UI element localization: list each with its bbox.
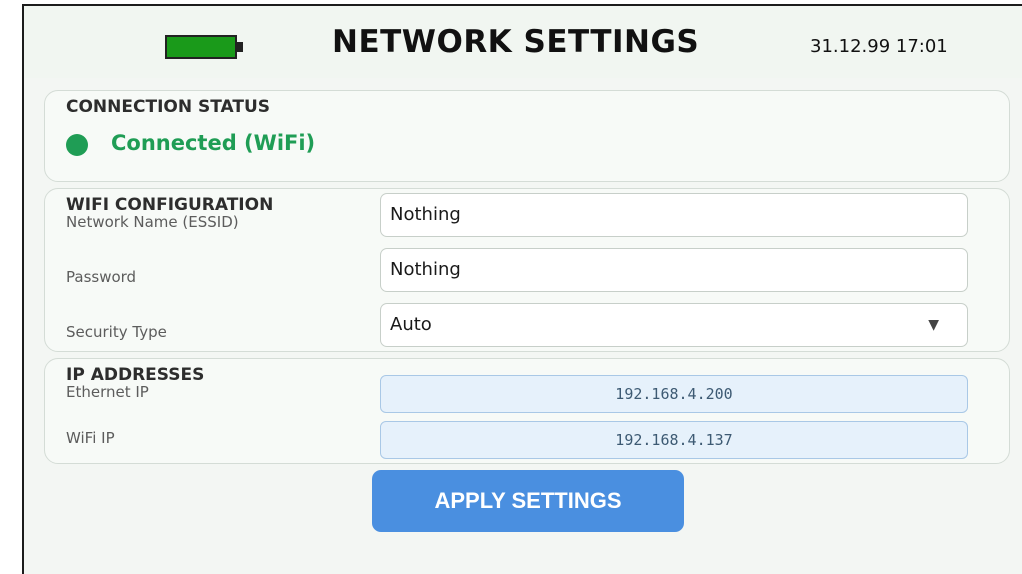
essid-field[interactable]: Nothing	[380, 193, 968, 237]
wifi-configuration-panel: WIFI CONFIGURATION Network Name (ESSID) …	[44, 188, 1010, 352]
wifi-ip-label: WiFi IP	[66, 429, 115, 447]
screen-frame: NETWORK SETTINGS 31.12.99 17:01 CONNECTI…	[22, 4, 1022, 574]
connection-status-panel: CONNECTION STATUS Connected (WiFi)	[44, 90, 1010, 182]
ethernet-ip-value: 192.168.4.200	[380, 375, 968, 413]
password-field[interactable]: Nothing	[380, 248, 968, 292]
header-bar: NETWORK SETTINGS 31.12.99 17:01	[24, 6, 1022, 78]
ip-addresses-title: IP ADDRESSES	[66, 365, 205, 385]
wifi-ip-value: 192.168.4.137	[380, 421, 968, 459]
connection-status-text: Connected (WiFi)	[111, 131, 316, 155]
status-indicator-icon	[66, 134, 88, 156]
chevron-down-icon: ▼	[928, 317, 939, 333]
ethernet-ip-label: Ethernet IP	[66, 383, 149, 401]
apply-settings-button[interactable]: APPLY SETTINGS	[372, 470, 684, 532]
ip-addresses-panel: IP ADDRESSES Ethernet IP 192.168.4.200 W…	[44, 358, 1010, 464]
security-type-select[interactable]: Auto ▼	[380, 303, 968, 347]
connection-status-title: CONNECTION STATUS	[66, 97, 270, 117]
essid-label: Network Name (ESSID)	[66, 213, 239, 231]
date-time: 31.12.99 17:01	[810, 36, 948, 57]
page-title: NETWORK SETTINGS	[332, 24, 700, 60]
wifi-configuration-title: WIFI CONFIGURATION	[66, 195, 274, 215]
battery-icon	[165, 35, 243, 59]
password-label: Password	[66, 268, 137, 286]
security-type-value: Auto	[390, 314, 432, 335]
security-type-label: Security Type	[66, 323, 167, 341]
